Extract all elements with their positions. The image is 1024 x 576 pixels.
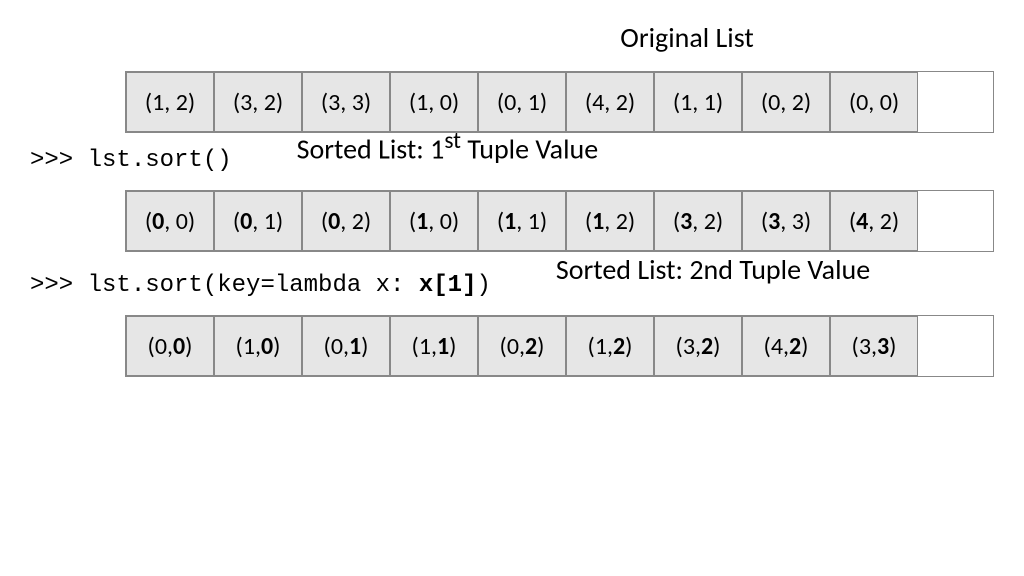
tuple-cell: (3, 2) xyxy=(654,316,742,376)
tuple-cell: (3, 3) xyxy=(830,316,918,376)
tuple-cell: (3, 2) xyxy=(214,72,302,132)
tuple-cell: (1, 0) xyxy=(214,316,302,376)
title-sorted1: Sorted List: 1st Tuple Value xyxy=(297,127,599,174)
tuple-cell: (0, 2) xyxy=(302,191,390,251)
title-original: Original List xyxy=(380,20,994,55)
tuple-cell: (0, 1) xyxy=(302,316,390,376)
tuple-cell: (0, 2) xyxy=(478,316,566,376)
row-original: (1, 2)(3, 2)(3, 3)(1, 0)(0, 1)(4, 2)(1, … xyxy=(125,71,994,133)
tuple-cell: (4, 2) xyxy=(830,191,918,251)
tuple-cell: (3, 3) xyxy=(742,191,830,251)
row-sorted2: (0, 0)(1, 0)(0, 1)(1, 1)(0, 2)(1, 2)(3, … xyxy=(125,315,994,377)
tuple-cell: (1, 0) xyxy=(390,72,478,132)
row-sorted1: (0, 0)(0, 1)(0, 2)(1, 0)(1, 1)(1, 2)(3, … xyxy=(125,190,994,252)
tuple-cell: (0, 2) xyxy=(742,72,830,132)
tuple-cell: (0, 0) xyxy=(830,72,918,132)
tuple-cell: (3, 2) xyxy=(654,191,742,251)
tuple-cell: (1, 1) xyxy=(654,72,742,132)
tuple-cell: (1, 2) xyxy=(566,316,654,376)
tuple-cell: (1, 1) xyxy=(390,316,478,376)
tuple-cell: (4, 2) xyxy=(566,72,654,132)
tuple-cell: (0, 1) xyxy=(214,191,302,251)
tuple-cell: (4, 2) xyxy=(742,316,830,376)
tuple-cell: (0, 0) xyxy=(126,191,214,251)
tuple-cell: (0, 1) xyxy=(478,72,566,132)
code-sort-lambda: >>> lst.sort(key=lambda x: x[1]) xyxy=(30,272,491,299)
tuple-cell: (1, 2) xyxy=(566,191,654,251)
tuple-cell: (1, 0) xyxy=(390,191,478,251)
code-sort-default: >>> lst.sort() xyxy=(30,147,232,174)
tuple-cell: (1, 1) xyxy=(478,191,566,251)
title-sorted2: Sorted List: 2nd Tuple Value xyxy=(556,252,870,299)
tuple-cell: (0, 0) xyxy=(126,316,214,376)
tuple-cell: (1, 2) xyxy=(126,72,214,132)
tuple-cell: (3, 3) xyxy=(302,72,390,132)
